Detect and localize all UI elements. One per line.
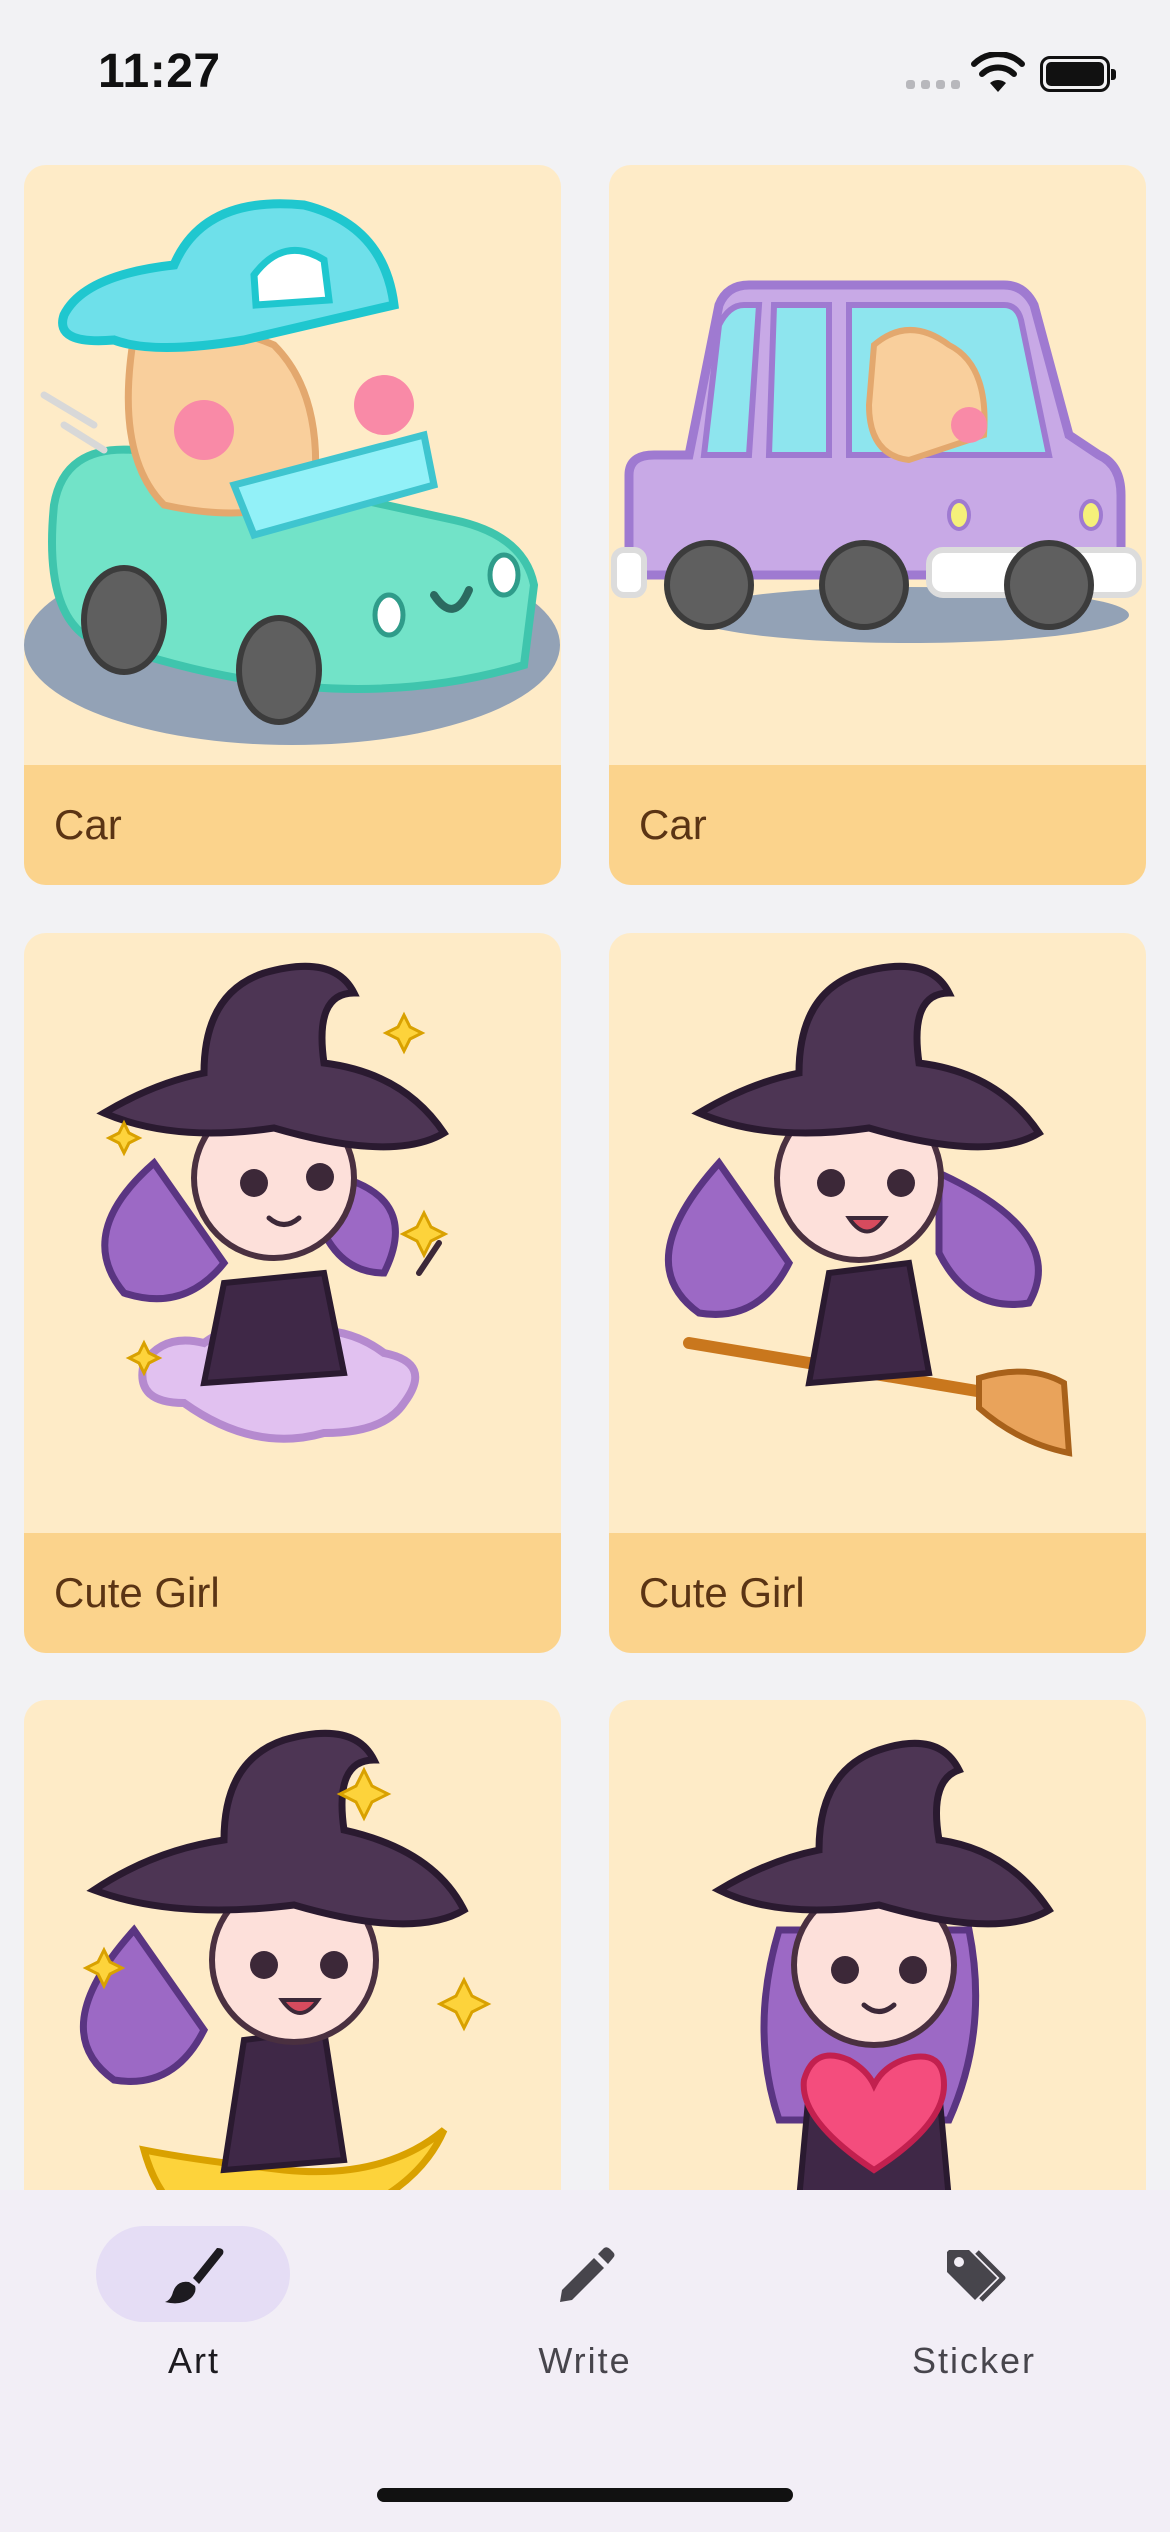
pencil-icon (560, 2247, 615, 2302)
witch-on-moon-illustration (80, 1729, 492, 2190)
art-card[interactable]: Cute Girl (24, 933, 561, 1653)
card-label: Cute Girl (639, 1569, 805, 1616)
card-label: Cute Girl (54, 1569, 220, 1616)
hamster-purple-car-illustration (611, 280, 1142, 643)
art-card[interactable]: Cute Girl (609, 933, 1146, 1653)
tag-icon (947, 2250, 1006, 2302)
tab-label: Sticker (911, 2340, 1037, 2381)
paintbrush-icon (165, 2248, 224, 2304)
art-card[interactable] (24, 1700, 561, 2190)
home-indicator (377, 2488, 793, 2502)
witch-with-heart-illustration (711, 1739, 1054, 2190)
art-card[interactable]: Car (24, 165, 561, 885)
witch-on-cloud-illustration (96, 962, 449, 1443)
card-caption: Car (609, 765, 1146, 885)
tab-label: Write (538, 2340, 632, 2381)
witch-on-broom-illustration (665, 962, 1073, 1457)
card-label: Car (639, 801, 707, 848)
bottom-tab-bar: Art Write Sticker (0, 2190, 1170, 2532)
tab-write[interactable]: Write (475, 2226, 695, 2406)
card-caption: Car (24, 765, 561, 885)
tab-sticker[interactable]: Sticker (864, 2226, 1084, 2406)
card-caption: Cute Girl (24, 1533, 561, 1653)
art-grid: Car Car Cute Girl Cute Girl (0, 0, 1170, 2190)
tab-label: Art (167, 2340, 220, 2381)
art-card[interactable]: Car (609, 165, 1146, 885)
hamster-green-car-illustration (24, 199, 560, 745)
card-caption: Cute Girl (609, 1533, 1146, 1653)
tab-art[interactable]: Art (84, 2226, 304, 2406)
card-label: Car (54, 801, 122, 848)
art-card[interactable] (609, 1700, 1146, 2190)
